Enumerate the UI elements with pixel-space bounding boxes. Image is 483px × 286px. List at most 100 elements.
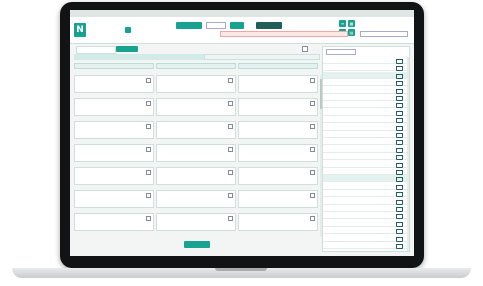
history-row[interactable] bbox=[323, 220, 409, 227]
card-checkbox[interactable] bbox=[146, 101, 151, 106]
medication-card[interactable] bbox=[74, 213, 154, 231]
medication-card[interactable] bbox=[238, 121, 318, 139]
document-icon[interactable] bbox=[396, 125, 403, 131]
card-checkbox[interactable] bbox=[228, 78, 233, 83]
medication-card[interactable] bbox=[156, 144, 236, 162]
card-checkbox[interactable] bbox=[310, 147, 315, 152]
medication-card[interactable] bbox=[74, 190, 154, 208]
document-icon[interactable] bbox=[396, 103, 403, 109]
card-checkbox[interactable] bbox=[228, 147, 233, 152]
filter-checkbox[interactable] bbox=[302, 46, 308, 52]
history-row[interactable] bbox=[323, 190, 409, 198]
document-icon[interactable] bbox=[396, 236, 403, 242]
medication-card[interactable] bbox=[238, 213, 318, 231]
document-icon[interactable] bbox=[396, 88, 403, 94]
history-row[interactable] bbox=[323, 168, 409, 175]
search-button[interactable] bbox=[230, 22, 244, 29]
document-icon[interactable] bbox=[396, 133, 403, 138]
history-row[interactable] bbox=[323, 57, 409, 64]
document-icon[interactable] bbox=[396, 140, 403, 146]
card-checkbox[interactable] bbox=[310, 216, 315, 221]
card-checkbox[interactable] bbox=[146, 78, 151, 83]
history-row[interactable] bbox=[323, 87, 409, 94]
medication-card[interactable] bbox=[74, 121, 154, 139]
add-button[interactable] bbox=[184, 241, 210, 248]
history-row[interactable] bbox=[323, 131, 409, 138]
card-checkbox[interactable] bbox=[310, 78, 315, 83]
history-row[interactable] bbox=[323, 109, 409, 116]
document-icon[interactable] bbox=[396, 147, 403, 153]
history-row[interactable] bbox=[323, 161, 409, 168]
document-icon[interactable] bbox=[396, 170, 403, 175]
document-icon[interactable] bbox=[396, 162, 403, 168]
card-checkbox[interactable] bbox=[310, 101, 315, 106]
tab-list[interactable] bbox=[76, 46, 116, 54]
filter-dropdown[interactable] bbox=[206, 22, 226, 29]
document-icon[interactable] bbox=[396, 155, 403, 161]
card-checkbox[interactable] bbox=[146, 193, 151, 198]
history-scrollbar[interactable] bbox=[407, 57, 409, 251]
document-icon[interactable] bbox=[396, 244, 403, 249]
tab-active[interactable] bbox=[116, 46, 138, 52]
history-row[interactable] bbox=[323, 212, 409, 220]
document-icon[interactable] bbox=[396, 118, 403, 124]
medication-card[interactable] bbox=[238, 167, 318, 185]
settings-button[interactable] bbox=[256, 22, 282, 29]
medication-card[interactable] bbox=[74, 75, 154, 93]
card-checkbox[interactable] bbox=[146, 147, 151, 152]
history-row[interactable] bbox=[323, 146, 409, 153]
history-row[interactable] bbox=[323, 101, 409, 109]
card-checkbox[interactable] bbox=[228, 101, 233, 106]
document-icon[interactable] bbox=[396, 214, 403, 220]
history-row[interactable] bbox=[323, 198, 409, 205]
card-checkbox[interactable] bbox=[228, 216, 233, 221]
history-row[interactable] bbox=[323, 116, 409, 124]
card-checkbox[interactable] bbox=[310, 170, 315, 175]
history-filter-select[interactable] bbox=[326, 49, 356, 55]
history-row[interactable] bbox=[323, 183, 409, 190]
history-row[interactable] bbox=[323, 64, 409, 72]
menu-icon[interactable]: ≡ bbox=[339, 20, 346, 27]
history-row[interactable] bbox=[323, 138, 409, 146]
document-icon[interactable] bbox=[396, 81, 403, 87]
medication-card[interactable] bbox=[74, 167, 154, 185]
medication-card[interactable] bbox=[156, 213, 236, 231]
card-checkbox[interactable] bbox=[228, 193, 233, 198]
medication-card[interactable] bbox=[156, 190, 236, 208]
card-checkbox[interactable] bbox=[310, 124, 315, 129]
medication-card[interactable] bbox=[156, 121, 236, 139]
select-button[interactable] bbox=[176, 22, 202, 29]
document-icon[interactable] bbox=[396, 110, 403, 116]
history-row[interactable] bbox=[323, 227, 409, 235]
medication-card[interactable] bbox=[238, 98, 318, 116]
history-row[interactable] bbox=[323, 124, 409, 131]
document-icon[interactable] bbox=[396, 229, 403, 235]
document-icon[interactable] bbox=[396, 177, 403, 183]
history-row[interactable] bbox=[323, 175, 409, 183]
document-icon[interactable] bbox=[396, 207, 403, 212]
card-checkbox[interactable] bbox=[228, 124, 233, 129]
card-checkbox[interactable] bbox=[310, 193, 315, 198]
medication-card[interactable] bbox=[156, 167, 236, 185]
document-icon[interactable] bbox=[396, 199, 403, 205]
history-row[interactable] bbox=[323, 94, 409, 101]
grid-icon[interactable]: ▤ bbox=[348, 29, 355, 36]
medication-card[interactable] bbox=[238, 144, 318, 162]
document-icon[interactable] bbox=[396, 66, 403, 72]
document-icon[interactable] bbox=[396, 96, 403, 101]
user-select[interactable] bbox=[360, 31, 408, 37]
medication-card[interactable] bbox=[238, 190, 318, 208]
card-checkbox[interactable] bbox=[146, 216, 151, 221]
document-icon[interactable] bbox=[396, 184, 403, 190]
card-checkbox[interactable] bbox=[146, 170, 151, 175]
document-icon[interactable] bbox=[396, 73, 403, 79]
history-row[interactable] bbox=[323, 235, 409, 242]
document-icon[interactable] bbox=[396, 59, 403, 64]
calendar-icon[interactable]: ▦ bbox=[348, 20, 355, 27]
history-row[interactable] bbox=[323, 153, 409, 161]
history-row[interactable] bbox=[323, 205, 409, 212]
card-checkbox[interactable] bbox=[146, 124, 151, 129]
medication-card[interactable] bbox=[74, 98, 154, 116]
medication-card[interactable] bbox=[238, 75, 318, 93]
history-row[interactable] bbox=[323, 242, 409, 249]
